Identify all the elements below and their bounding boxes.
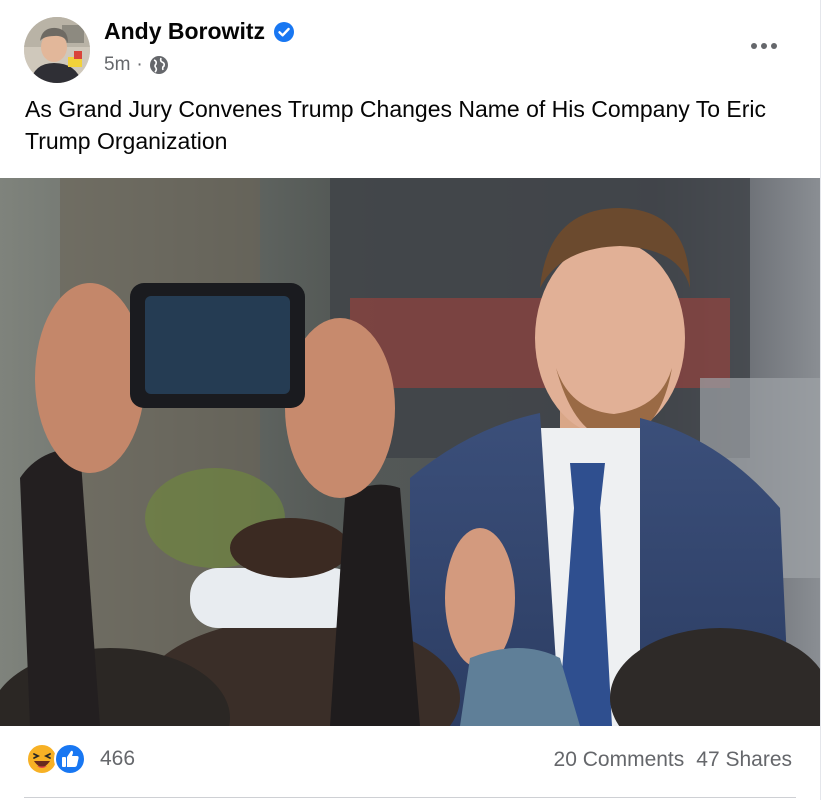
author-avatar[interactable] (24, 17, 90, 83)
post-meta: 5m · (104, 54, 169, 76)
post-card: Andy Borowitz 5m · As Grand Jury Convene… (0, 0, 821, 800)
post-footer: 466 20 Comments 47 Shares (0, 726, 820, 800)
author-name[interactable]: Andy Borowitz (104, 18, 295, 45)
verified-badge-icon (273, 21, 295, 43)
meta-separator: · (136, 54, 143, 75)
post-photo[interactable] (0, 178, 820, 726)
post-stats: 20 Comments 47 Shares (554, 748, 792, 772)
more-options-icon (750, 37, 778, 55)
comments-count-link[interactable]: 20 Comments (554, 748, 685, 772)
globe-icon[interactable] (149, 55, 169, 75)
reaction-count[interactable]: 466 (100, 747, 135, 771)
like-reaction-icon (54, 743, 86, 775)
post-timestamp[interactable]: 5m (104, 54, 130, 76)
reactions-summary[interactable]: 466 (26, 743, 135, 775)
more-options-button[interactable] (744, 28, 784, 64)
author-name-text[interactable]: Andy Borowitz (104, 18, 265, 45)
footer-divider (24, 797, 796, 798)
shares-count-link[interactable]: 47 Shares (696, 748, 792, 772)
post-header: Andy Borowitz 5m · (0, 0, 820, 90)
post-text: As Grand Jury Convenes Trump Changes Nam… (25, 96, 766, 154)
